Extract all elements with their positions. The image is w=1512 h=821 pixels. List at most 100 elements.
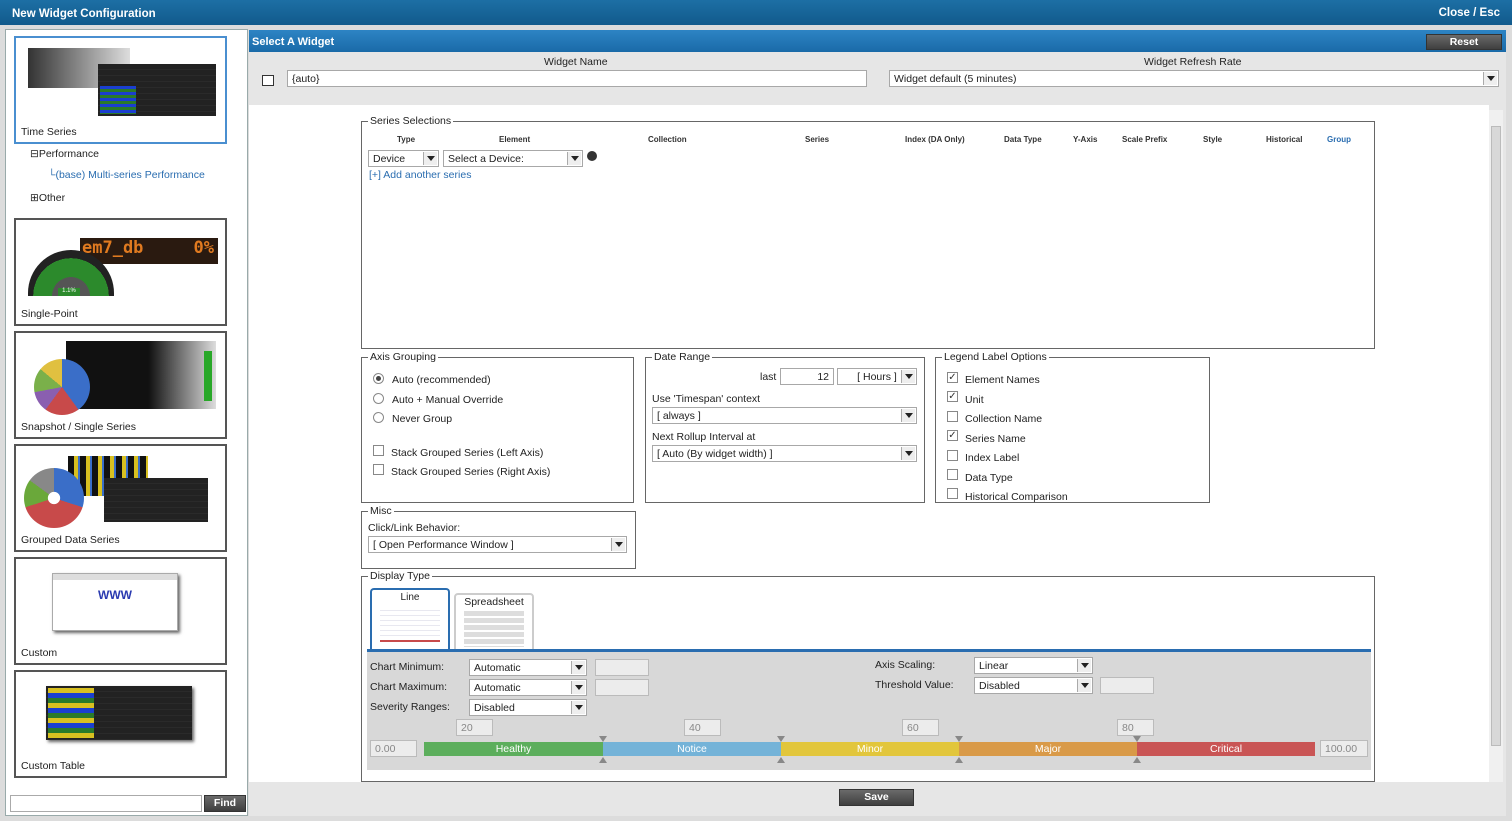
radio-auto[interactable]	[373, 373, 384, 384]
historical-comparison-label: Historical Comparison	[965, 491, 1068, 503]
series-legend: Series Selections	[370, 115, 452, 127]
rollup-select[interactable]: [ Auto (By widget width) ]	[652, 445, 917, 462]
card-snapshot[interactable]: Snapshot / Single Series	[14, 331, 227, 439]
card-label: Single-Point	[21, 308, 78, 320]
severity-select[interactable]: Disabled	[469, 699, 587, 716]
range-min-input[interactable]: 0.00	[370, 740, 417, 757]
widget-search-input[interactable]	[10, 795, 202, 812]
marker-20-input[interactable]: 20	[456, 719, 493, 736]
refresh-rate-select[interactable]: Widget default (5 minutes)	[889, 70, 1499, 87]
radio-auto-manual[interactable]	[373, 393, 384, 404]
threshold-select[interactable]: Disabled	[974, 677, 1093, 694]
window-restore-icon[interactable]	[262, 75, 274, 86]
historical-comparison-checkbox[interactable]	[947, 488, 958, 499]
card-single-point[interactable]: em7_db 0% 1.1% Single-Point	[14, 218, 227, 326]
tab-spreadsheet[interactable]: Spreadsheet	[454, 593, 534, 651]
data-type-label: Data Type	[965, 472, 1013, 484]
slider-handle-bottom[interactable]	[777, 757, 785, 763]
chart-max-select[interactable]: Automatic	[469, 679, 587, 696]
close-button[interactable]: Close / Esc	[1439, 7, 1500, 19]
pie-thumbnail	[34, 359, 90, 415]
card-custom[interactable]: WWW Custom	[14, 557, 227, 665]
radio-never-label: Never Group	[392, 413, 453, 425]
slider-handle-bottom[interactable]	[955, 757, 963, 763]
date-legend: Date Range	[654, 351, 711, 363]
range-notice: Notice	[603, 742, 781, 756]
click-behavior-select[interactable]: [ Open Performance Window ]	[368, 536, 627, 553]
card-label: Custom	[21, 647, 58, 659]
tab-line-label: Line	[400, 592, 420, 603]
chart-min-input[interactable]	[595, 659, 649, 676]
data-type-checkbox[interactable]	[947, 469, 958, 480]
radio-never[interactable]	[373, 412, 384, 423]
card-grouped[interactable]: Grouped Data Series	[14, 444, 227, 552]
legend-options-legend: Legend Label Options	[944, 351, 1047, 363]
tree-other[interactable]: ⊞Other	[30, 192, 65, 204]
col-y-axis: Y-Axis	[1073, 135, 1098, 144]
chart-max-input[interactable]	[595, 679, 649, 696]
series-type-select[interactable]: Device	[368, 150, 439, 167]
card-custom-table[interactable]: Custom Table	[14, 670, 227, 778]
col-scale-prefix: Scale Prefix	[1122, 135, 1168, 144]
series-name-checkbox[interactable]: ✓	[947, 430, 958, 441]
element-names-label: Element Names	[965, 374, 1040, 386]
snapshot-thumbnail	[66, 341, 216, 409]
col-group: Group	[1327, 135, 1351, 144]
radio-auto-label: Auto (recommended)	[392, 374, 491, 386]
chart-min-select[interactable]: Automatic	[469, 659, 587, 676]
slider-handle-bottom[interactable]	[599, 757, 607, 763]
col-series: Series	[805, 135, 830, 144]
widget-type-panel: Time Series ⊟Performance └(base) Multi-s…	[5, 29, 248, 816]
donut-thumbnail	[24, 468, 84, 528]
header-title: Select A Widget	[252, 36, 335, 48]
element-names-checkbox[interactable]: ✓	[947, 372, 958, 383]
tab-line[interactable]: Line	[370, 588, 450, 651]
stack-left-checkbox[interactable]	[373, 445, 384, 456]
axis-scaling-select[interactable]: Linear	[974, 657, 1093, 674]
range-max-input[interactable]: 100.00	[1320, 740, 1368, 757]
threshold-input[interactable]	[1100, 677, 1154, 694]
slider-handle-bottom[interactable]	[1133, 757, 1141, 763]
unit-checkbox[interactable]: ✓	[947, 391, 958, 402]
find-button[interactable]: Find	[204, 795, 246, 812]
slider-handle-top[interactable]	[1133, 736, 1141, 742]
reset-button[interactable]: Reset	[1426, 34, 1502, 50]
tab-spreadsheet-label: Spreadsheet	[464, 596, 524, 608]
element-search-icon[interactable]	[587, 151, 597, 161]
col-data-type: Data Type	[1004, 135, 1042, 144]
save-button[interactable]: Save	[839, 789, 914, 806]
index-label-label: Index Label	[965, 452, 1020, 464]
marker-60-input[interactable]: 60	[902, 719, 939, 736]
add-series-link[interactable]: [+] Add another series	[369, 169, 471, 181]
widget-name-input[interactable]: {auto}	[287, 70, 867, 87]
slider-handle-top[interactable]	[777, 736, 785, 742]
stack-right-checkbox[interactable]	[373, 464, 384, 475]
vertical-scrollbar[interactable]	[1489, 110, 1503, 782]
tree-performance[interactable]: ⊟Performance	[30, 148, 99, 160]
series-element-select[interactable]: Select a Device:	[443, 150, 583, 167]
severity-label: Severity Ranges:	[370, 701, 450, 713]
collection-name-label: Collection Name	[965, 413, 1043, 425]
marker-80-input[interactable]: 80	[1117, 719, 1154, 736]
slider-handle-top[interactable]	[955, 736, 963, 742]
click-behavior-label: Click/Link Behavior:	[368, 522, 461, 534]
card-label: Time Series	[21, 126, 77, 138]
date-unit-select[interactable]: [ Hours ]	[837, 368, 917, 385]
marker-40-input[interactable]: 40	[684, 719, 721, 736]
collection-name-checkbox[interactable]	[947, 411, 958, 422]
stack-left-label: Stack Grouped Series (Left Axis)	[391, 447, 544, 459]
index-label-checkbox[interactable]	[947, 450, 958, 461]
time-series-table-thumbnail	[98, 64, 216, 116]
range-critical: Critical	[1137, 742, 1315, 756]
series-name-label: Series Name	[965, 433, 1026, 445]
range-minor: Minor	[781, 742, 959, 756]
tree-item-multi-series[interactable]: └(base) Multi-series Performance	[48, 169, 205, 181]
chart-min-label: Chart Minimum:	[370, 661, 445, 673]
rollup-label: Next Rollup Interval at	[652, 431, 756, 443]
slider-handle-top[interactable]	[599, 736, 607, 742]
timespan-select[interactable]: [ always ]	[652, 407, 917, 424]
date-number-input[interactable]: 12	[780, 368, 834, 385]
card-time-series[interactable]: Time Series	[14, 36, 227, 144]
custom-table-thumbnail	[46, 686, 192, 740]
unit-label: Unit	[965, 394, 984, 406]
